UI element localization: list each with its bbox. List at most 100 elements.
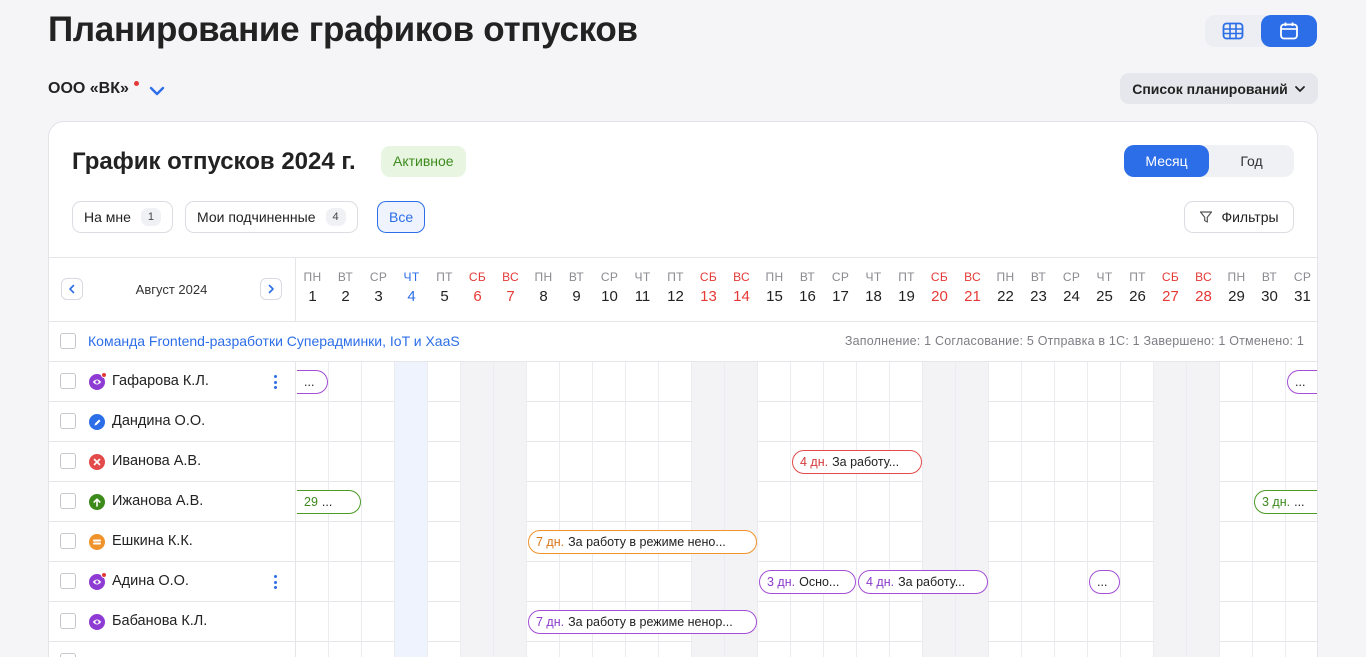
day-cell[interactable]: [989, 402, 1022, 442]
day-cell[interactable]: [494, 602, 527, 642]
day-cell[interactable]: [1121, 482, 1154, 522]
day-cell[interactable]: [989, 642, 1022, 657]
day-cell[interactable]: [395, 642, 428, 657]
day-cell[interactable]: [461, 642, 494, 657]
day-cell[interactable]: [593, 362, 626, 402]
day-cell[interactable]: [593, 482, 626, 522]
day-cell[interactable]: [659, 562, 692, 602]
day-cell[interactable]: [1055, 362, 1088, 402]
vacation-bar[interactable]: 3 дн....: [1254, 490, 1317, 514]
day-cell[interactable]: [626, 442, 659, 482]
day-cell[interactable]: [494, 642, 527, 657]
day-cell[interactable]: [1022, 602, 1055, 642]
vacation-bar[interactable]: ...: [1287, 370, 1317, 394]
day-cell[interactable]: [890, 402, 923, 442]
day-cell[interactable]: [758, 402, 791, 442]
day-cell[interactable]: [1121, 402, 1154, 442]
day-cell[interactable]: [626, 482, 659, 522]
day-cell[interactable]: [989, 562, 1022, 602]
org-selector[interactable]: ООО «ВК»: [48, 80, 165, 98]
day-cell[interactable]: [791, 522, 824, 562]
day-cell[interactable]: [1088, 442, 1121, 482]
day-cell[interactable]: [428, 402, 461, 442]
day-cell[interactable]: [1022, 402, 1055, 442]
day-cell[interactable]: [329, 442, 362, 482]
day-cell[interactable]: [1022, 642, 1055, 657]
day-cell[interactable]: [725, 402, 758, 442]
tab-month[interactable]: Месяц: [1124, 145, 1209, 177]
day-cell[interactable]: [527, 402, 560, 442]
employee-name[interactable]: Адина О.О.: [112, 573, 189, 589]
day-cell[interactable]: [1253, 562, 1286, 602]
day-cell[interactable]: [857, 362, 890, 402]
day-cell[interactable]: [989, 482, 1022, 522]
day-cell[interactable]: [626, 362, 659, 402]
employee-name[interactable]: Гафарова К.Л.: [112, 373, 209, 389]
day-cell[interactable]: [494, 562, 527, 602]
row-checkbox[interactable]: [60, 533, 76, 549]
day-cell[interactable]: [890, 522, 923, 562]
day-cell[interactable]: [1253, 442, 1286, 482]
day-cell[interactable]: [428, 522, 461, 562]
chip-all[interactable]: Все: [377, 201, 426, 233]
day-cell[interactable]: [1055, 602, 1088, 642]
day-cell[interactable]: [428, 642, 461, 657]
day-cell[interactable]: [494, 522, 527, 562]
day-cell[interactable]: [527, 362, 560, 402]
day-cell[interactable]: [890, 642, 923, 657]
day-cell[interactable]: [1154, 522, 1187, 562]
day-cell[interactable]: [758, 522, 791, 562]
day-cell[interactable]: [494, 482, 527, 522]
vacation-bar[interactable]: 29...: [297, 490, 361, 514]
day-cell[interactable]: [1253, 522, 1286, 562]
day-cell[interactable]: [329, 402, 362, 442]
day-cell[interactable]: [1055, 482, 1088, 522]
day-cell[interactable]: [758, 482, 791, 522]
row-checkbox[interactable]: [60, 573, 76, 589]
day-cell[interactable]: [1187, 482, 1220, 522]
day-cell[interactable]: [1253, 402, 1286, 442]
day-cell[interactable]: [296, 402, 329, 442]
day-cell[interactable]: [395, 562, 428, 602]
day-cell[interactable]: [725, 642, 758, 657]
day-cell[interactable]: [395, 362, 428, 402]
day-cell[interactable]: [395, 482, 428, 522]
team-checkbox[interactable]: [60, 333, 76, 349]
day-cell[interactable]: [659, 642, 692, 657]
day-cell[interactable]: [1088, 522, 1121, 562]
day-cell[interactable]: [461, 362, 494, 402]
day-cell[interactable]: [362, 482, 395, 522]
day-cell[interactable]: [395, 442, 428, 482]
day-cell[interactable]: [1220, 442, 1253, 482]
vacation-bar[interactable]: 4 дн. За работу...: [858, 570, 988, 594]
day-cell[interactable]: [626, 642, 659, 657]
day-cell[interactable]: [494, 402, 527, 442]
day-cell[interactable]: [560, 562, 593, 602]
day-cell[interactable]: [461, 442, 494, 482]
day-cell[interactable]: [593, 442, 626, 482]
day-cell[interactable]: [791, 642, 824, 657]
row-checkbox[interactable]: [60, 373, 76, 389]
day-cell[interactable]: [923, 442, 956, 482]
chip-on-me[interactable]: На мне 1: [72, 201, 173, 233]
chip-my-subordinates[interactable]: Мои подчиненные 4: [185, 201, 358, 233]
day-cell[interactable]: [1220, 402, 1253, 442]
day-cell[interactable]: [824, 642, 857, 657]
day-cell[interactable]: [626, 402, 659, 442]
day-cell[interactable]: [956, 522, 989, 562]
day-cell[interactable]: [593, 642, 626, 657]
day-cell[interactable]: [659, 442, 692, 482]
day-cell[interactable]: [956, 642, 989, 657]
team-name-link[interactable]: Команда Frontend-разработки Суперадминки…: [88, 333, 460, 349]
day-cell[interactable]: [1121, 442, 1154, 482]
day-cell[interactable]: [494, 362, 527, 402]
day-cell[interactable]: [461, 522, 494, 562]
day-cell[interactable]: [428, 482, 461, 522]
row-checkbox[interactable]: [60, 613, 76, 629]
day-cell[interactable]: [923, 362, 956, 402]
day-cell[interactable]: [890, 482, 923, 522]
day-cell[interactable]: [989, 522, 1022, 562]
day-cell[interactable]: [989, 362, 1022, 402]
day-cell[interactable]: [329, 362, 362, 402]
day-cell[interactable]: [1286, 402, 1317, 442]
